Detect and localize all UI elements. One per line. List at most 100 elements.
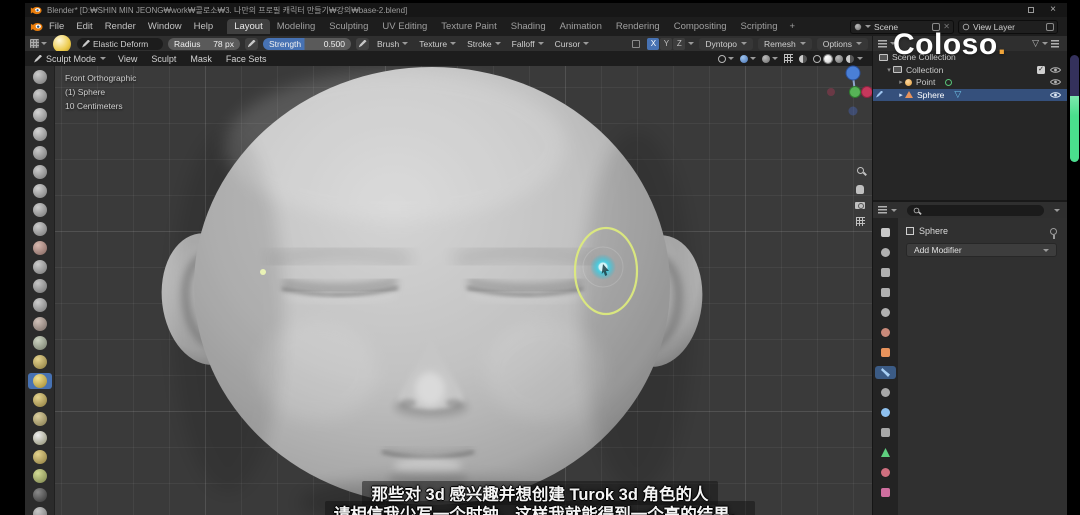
symmetry-y-toggle[interactable]: Y (660, 37, 673, 50)
cursor-panel-button[interactable]: Cursor (552, 39, 593, 49)
proportional-edit-button[interactable] (762, 54, 778, 63)
brush-multiplane-scrape-button[interactable] (28, 316, 52, 332)
symmetry-x-toggle[interactable]: X (647, 37, 660, 50)
dyntopo-panel-button[interactable]: Dyntopo (699, 37, 754, 50)
axis-z-neg-icon[interactable] (848, 106, 858, 116)
axis-y-icon[interactable] (849, 86, 861, 98)
add-workspace-button[interactable]: + (784, 21, 800, 32)
axis-z-icon[interactable] (845, 65, 861, 81)
show-gizmo-icon[interactable] (784, 54, 793, 63)
editor-type-button[interactable] (30, 39, 47, 48)
brush-blob-button[interactable] (28, 202, 52, 218)
expand-chevron-icon[interactable]: ▸ (897, 91, 905, 99)
add-modifier-button[interactable]: Add Modifier (906, 243, 1057, 257)
workspace-tab-scripting[interactable]: Scripting (734, 19, 785, 34)
viewport-menu-view[interactable]: View (112, 54, 143, 64)
brush-thumb-button[interactable] (28, 411, 52, 427)
falloff-panel-button[interactable]: Falloff (509, 39, 547, 49)
axis-x-neg-icon[interactable] (827, 88, 835, 96)
axis-x-icon[interactable] (861, 86, 873, 98)
workspace-tab-shading[interactable]: Shading (504, 19, 553, 34)
outliner-row-point[interactable]: ▸ Point (873, 76, 1067, 89)
options-panel-button[interactable]: Options (816, 37, 868, 50)
expand-chevron-icon[interactable]: ▸ (897, 78, 905, 86)
outliner-display-mode-icon[interactable] (878, 39, 887, 48)
radius-slider[interactable]: Radius 78 px (168, 37, 240, 50)
workspace-tab-texture-paint[interactable]: Texture Paint (434, 19, 503, 34)
outliner-row-sphere[interactable]: ▸ Sphere ▽ (873, 88, 1067, 101)
brush-draw-sharp-button[interactable] (28, 88, 52, 104)
brush-grab-button[interactable] (28, 354, 52, 370)
brush-layer-button[interactable] (28, 164, 52, 180)
pin-icon[interactable] (1050, 227, 1057, 239)
menu-edit[interactable]: Edit (70, 21, 98, 32)
workspace-tab-layout[interactable]: Layout (227, 19, 270, 34)
hide-collection-eye-icon[interactable] (1050, 66, 1061, 74)
outliner-filter-icon[interactable]: ▽ (1032, 39, 1039, 48)
outliner-filter-chevron-icon[interactable] (1042, 42, 1048, 45)
brush-pinch-button[interactable] (28, 335, 52, 351)
outliner-options-icon[interactable] (1051, 39, 1059, 48)
tab-view-layer-properties[interactable] (875, 286, 896, 299)
restore-window-icon[interactable] (1028, 7, 1035, 13)
brush-crease-button[interactable] (28, 221, 52, 237)
workspace-tab-rendering[interactable]: Rendering (609, 19, 667, 34)
close-window-icon[interactable]: × (1050, 5, 1056, 15)
sculpted-head-model[interactable] (25, 51, 872, 515)
strength-pressure-button[interactable] (356, 37, 369, 50)
tab-physics-properties[interactable] (875, 406, 896, 419)
tab-tool-properties[interactable] (875, 226, 896, 239)
overlays-icon[interactable] (799, 54, 807, 63)
snapping-button[interactable] (740, 54, 756, 63)
wireframe-shading-icon[interactable] (813, 54, 821, 63)
remesh-panel-button[interactable]: Remesh (758, 37, 812, 50)
viewport-menu-face-sets[interactable]: Face Sets (220, 54, 273, 64)
tab-render-properties[interactable] (875, 246, 896, 259)
brush-panel-button[interactable]: Brush (374, 39, 411, 49)
workspace-tab-compositing[interactable]: Compositing (667, 19, 734, 34)
workspace-tab-modeling[interactable]: Modeling (270, 19, 323, 34)
tab-object-properties[interactable] (875, 346, 896, 359)
pan-viewport-button[interactable] (853, 182, 867, 196)
tab-object-data-properties[interactable] (875, 446, 896, 459)
brush-nudge-button[interactable] (28, 449, 52, 465)
brush-preview-icon[interactable] (53, 34, 71, 53)
zoom-viewport-button[interactable] (853, 163, 867, 177)
brush-flatten-button[interactable] (28, 259, 52, 275)
brush-clay-thumb-button[interactable] (28, 145, 52, 161)
outliner-row-collection[interactable]: ▾ Collection ✓ (873, 64, 1067, 77)
menu-window[interactable]: Window (142, 21, 188, 32)
tab-particles-properties[interactable] (875, 386, 896, 399)
mode-selector[interactable]: Sculpt Mode (30, 54, 110, 64)
brush-clay-button[interactable] (28, 107, 52, 123)
properties-search-input[interactable] (907, 204, 1044, 216)
pivot-point-button[interactable] (718, 54, 734, 63)
workspace-tab-animation[interactable]: Animation (553, 19, 609, 34)
tab-constraints-properties[interactable] (875, 426, 896, 439)
brush-snake-hook-button[interactable] (28, 392, 52, 408)
properties-options-chevron-icon[interactable] (1054, 208, 1060, 212)
stroke-panel-button[interactable]: Stroke (464, 39, 504, 49)
menu-file[interactable]: File (43, 21, 70, 32)
brush-draw-button[interactable] (28, 69, 52, 85)
tab-scene-properties[interactable] (875, 306, 896, 319)
tab-output-properties[interactable] (875, 266, 896, 279)
properties-editor-chevron-icon[interactable] (891, 208, 897, 212)
brush-clay-strips-button[interactable] (28, 126, 52, 142)
camera-view-button[interactable] (853, 198, 867, 212)
blender-menu-icon[interactable] (30, 22, 43, 32)
expand-chevron-icon[interactable]: ▾ (885, 66, 893, 74)
radius-pressure-button[interactable] (245, 37, 258, 50)
tab-modifiers-properties[interactable] (875, 366, 896, 379)
brush-smooth-button[interactable] (28, 240, 52, 256)
menu-render[interactable]: Render (99, 21, 142, 32)
menu-help[interactable]: Help (188, 21, 220, 32)
symmetry-z-toggle[interactable]: Z (673, 37, 686, 50)
collection-checkbox-icon[interactable]: ✓ (1037, 65, 1045, 74)
tab-world-properties[interactable] (875, 326, 896, 339)
viewport-menu-sculpt[interactable]: Sculpt (145, 54, 182, 64)
brush-elastic-deform-button[interactable] (27, 373, 52, 389)
brush-pose-button[interactable] (28, 430, 52, 446)
workspace-tab-uv-editing[interactable]: UV Editing (375, 19, 434, 34)
navigation-gizmo[interactable] (825, 60, 872, 120)
